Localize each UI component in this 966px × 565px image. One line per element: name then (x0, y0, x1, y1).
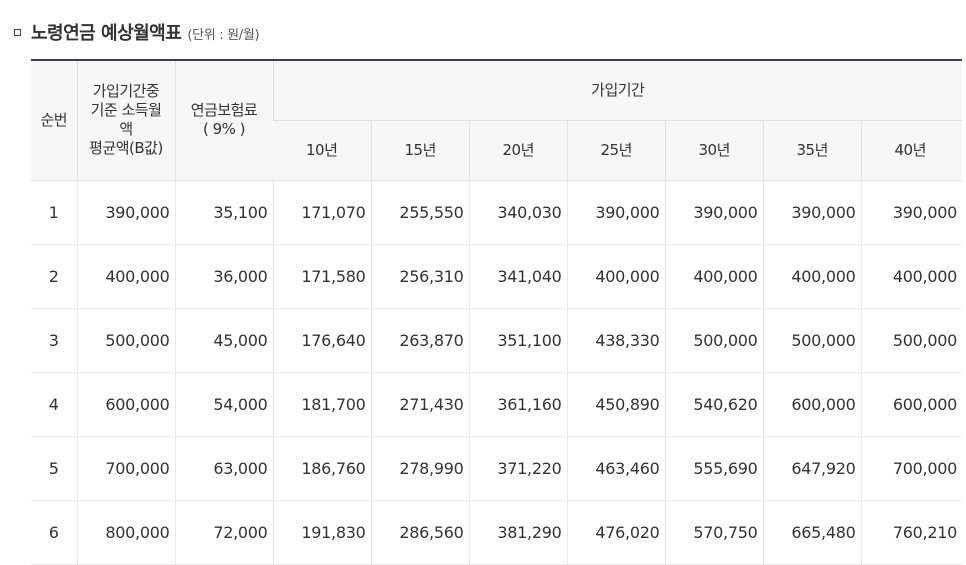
row-value: 390,000 (664, 180, 763, 245)
row-value: 171,580 (272, 244, 371, 309)
row-premium: 36,000 (174, 244, 273, 309)
table-row: 6 800,000 72,000 191,830 286,560 381,290… (31, 500, 962, 565)
row-value: 186,760 (272, 436, 371, 501)
row-value: 555,690 (664, 436, 763, 501)
header-period-group: 가입기간 (272, 60, 962, 121)
row-premium: 63,000 (174, 436, 273, 501)
table-row: 4 600,000 54,000 181,700 271,430 361,160… (31, 372, 962, 437)
row-value: 500,000 (664, 308, 763, 373)
row-value: 351,100 (468, 308, 567, 373)
header-premium-line1: 연금보험료 (190, 101, 258, 120)
row-value: 181,700 (272, 372, 371, 437)
row-value: 256,310 (370, 244, 469, 309)
row-premium: 35,100 (174, 180, 273, 245)
row-income: 400,000 (76, 244, 175, 309)
row-value: 647,920 (762, 436, 861, 501)
row-value: 390,000 (762, 180, 861, 245)
row-value: 255,550 (370, 180, 469, 245)
row-index: 5 (31, 436, 77, 501)
row-value: 390,000 (566, 180, 665, 245)
row-value: 390,000 (860, 180, 962, 245)
unit-label: (단위 : 원/월) (187, 28, 260, 43)
header-period: 10년 (273, 120, 371, 181)
row-index: 2 (31, 244, 77, 309)
row-index: 1 (31, 180, 77, 245)
header-index: 순번 (31, 60, 77, 181)
row-income: 800,000 (76, 500, 175, 565)
row-value: 400,000 (664, 244, 763, 309)
row-index: 4 (31, 372, 77, 437)
row-value: 760,210 (860, 500, 962, 565)
table-row: 1 390,000 35,100 171,070 255,550 340,030… (31, 180, 962, 245)
row-value: 271,430 (370, 372, 469, 437)
row-value: 600,000 (860, 372, 962, 437)
row-index: 6 (31, 500, 77, 565)
row-value: 191,830 (272, 500, 371, 565)
row-value: 340,030 (468, 180, 567, 245)
header-period: 30년 (664, 120, 763, 181)
section-title: 노령연금 예상월액표 (단위 : 원/월) (14, 18, 260, 46)
header-premium-line2: ( 9% ) (202, 120, 246, 139)
row-income: 600,000 (76, 372, 175, 437)
row-value: 438,330 (566, 308, 665, 373)
row-value: 700,000 (860, 436, 962, 501)
row-value: 341,040 (468, 244, 567, 309)
header-income-line2: 기준 소득월 (90, 101, 162, 120)
row-value: 400,000 (860, 244, 962, 309)
row-value: 540,620 (664, 372, 763, 437)
row-premium: 45,000 (174, 308, 273, 373)
header-income-line4: 평균액(B값) (89, 139, 163, 158)
row-income: 500,000 (76, 308, 175, 373)
row-value: 278,990 (370, 436, 469, 501)
square-bullet-icon (14, 29, 21, 36)
row-value: 600,000 (762, 372, 861, 437)
row-value: 665,480 (762, 500, 861, 565)
row-value: 171,070 (272, 180, 371, 245)
header-period: 15년 (370, 120, 469, 181)
table-row: 5 700,000 63,000 186,760 278,990 371,220… (31, 436, 962, 501)
row-value: 463,460 (566, 436, 665, 501)
header-period: 20년 (468, 120, 567, 181)
row-value: 286,560 (370, 500, 469, 565)
row-value: 176,640 (272, 308, 371, 373)
row-premium: 72,000 (174, 500, 273, 565)
row-index: 3 (31, 308, 77, 373)
header-income-line1: 가입기간중 (92, 82, 160, 101)
row-value: 570,750 (664, 500, 763, 565)
row-value: 361,160 (468, 372, 567, 437)
header-income-line3: 액 (119, 120, 133, 139)
row-value: 500,000 (762, 308, 861, 373)
row-income: 700,000 (76, 436, 175, 501)
pension-table: 순번 가입기간중 기준 소득월 액 평균액(B값) 연금보험료 ( 9% ) 가… (31, 59, 962, 565)
header-premium: 연금보험료 ( 9% ) (174, 60, 273, 181)
row-income: 390,000 (76, 180, 175, 245)
row-value: 476,020 (566, 500, 665, 565)
header-period: 25년 (566, 120, 665, 181)
row-value: 381,290 (468, 500, 567, 565)
row-value: 500,000 (860, 308, 962, 373)
header-period: 40년 (860, 120, 962, 181)
row-value: 450,890 (566, 372, 665, 437)
table-title: 노령연금 예상월액표 (31, 23, 182, 44)
table-row: 2 400,000 36,000 171,580 256,310 341,040… (31, 244, 962, 309)
header-period: 35년 (762, 120, 861, 181)
row-value: 371,220 (468, 436, 567, 501)
row-value: 400,000 (762, 244, 861, 309)
row-premium: 54,000 (174, 372, 273, 437)
row-value: 263,870 (370, 308, 469, 373)
header-income: 가입기간중 기준 소득월 액 평균액(B값) (76, 60, 175, 181)
table-row: 3 500,000 45,000 176,640 263,870 351,100… (31, 308, 962, 373)
row-value: 400,000 (566, 244, 665, 309)
